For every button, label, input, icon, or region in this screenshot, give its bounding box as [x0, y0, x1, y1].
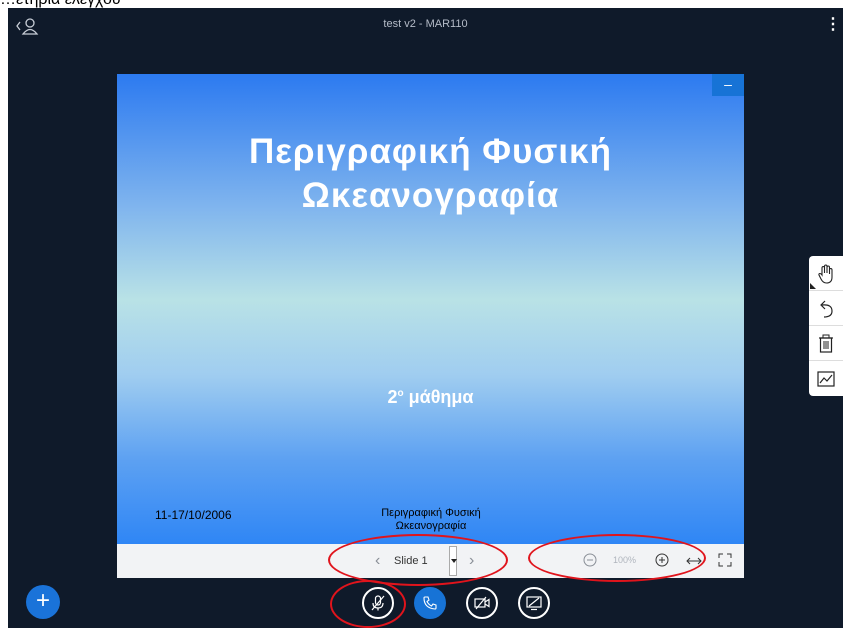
share-screen-button[interactable] — [518, 587, 550, 619]
fullscreen-icon — [718, 553, 732, 567]
subtitle-number: 2 — [387, 387, 398, 407]
multi-user-whiteboard-button[interactable] — [809, 361, 843, 396]
slide-date: 11-17/10/2006 — [155, 508, 232, 522]
corner-indicator-icon — [810, 283, 816, 289]
fullscreen-button[interactable] — [718, 553, 732, 567]
clear-annotations-button[interactable] — [809, 326, 843, 361]
pan-tool-button[interactable] — [809, 256, 843, 291]
presentation-app: test v2 - MAR110 ⋮ Περιγραφική Φυσική Ωκ… — [8, 8, 843, 628]
share-webcam-button[interactable] — [466, 587, 498, 619]
annotation-circle-slide-nav — [328, 534, 508, 586]
top-bar: test v2 - MAR110 ⋮ — [8, 8, 843, 42]
leave-audio-button[interactable] — [414, 587, 446, 619]
chart-line-icon — [817, 371, 835, 387]
video-off-icon — [474, 596, 490, 610]
screen-share-off-icon — [526, 596, 542, 611]
meeting-title: test v2 - MAR110 — [383, 18, 468, 30]
slide-footer: Περιγραφική Φυσική Ωκεανογραφία — [361, 507, 501, 533]
slide-footer-line-1: Περιγραφική Φυσική — [381, 507, 481, 519]
trash-icon — [819, 334, 833, 353]
slide-canvas[interactable]: Περιγραφική Φυσική Ωκεανογραφία 2ο μάθημ… — [117, 74, 744, 544]
bottom-bar: + — [8, 580, 843, 628]
undo-button[interactable] — [809, 291, 843, 326]
annotation-circle-microphone — [330, 580, 406, 628]
slide-title: Περιγραφική Φυσική Ωκεανογραφία — [117, 130, 744, 218]
slide-title-line-1: Περιγραφική Φυσική — [249, 132, 612, 171]
phone-icon — [423, 596, 437, 610]
options-menu-button[interactable]: ⋮ — [825, 14, 841, 36]
minimize-presentation-button[interactable]: – — [712, 74, 744, 96]
undo-icon — [820, 300, 833, 318]
actions-button[interactable]: + — [26, 585, 60, 619]
whiteboard-toolbar — [809, 256, 843, 396]
slide-subtitle: 2ο μάθημα — [117, 387, 744, 408]
slide-title-line-2: Ωκεανογραφία — [301, 176, 560, 215]
hand-icon — [818, 264, 833, 284]
presentation-area: Περιγραφική Φυσική Ωκεανογραφία 2ο μάθημ… — [117, 74, 744, 578]
subtitle-text: μάθημα — [403, 387, 474, 407]
annotation-circle-zoom — [528, 534, 706, 582]
slide-footer-line-2: Ωκεανογραφία — [395, 520, 467, 532]
